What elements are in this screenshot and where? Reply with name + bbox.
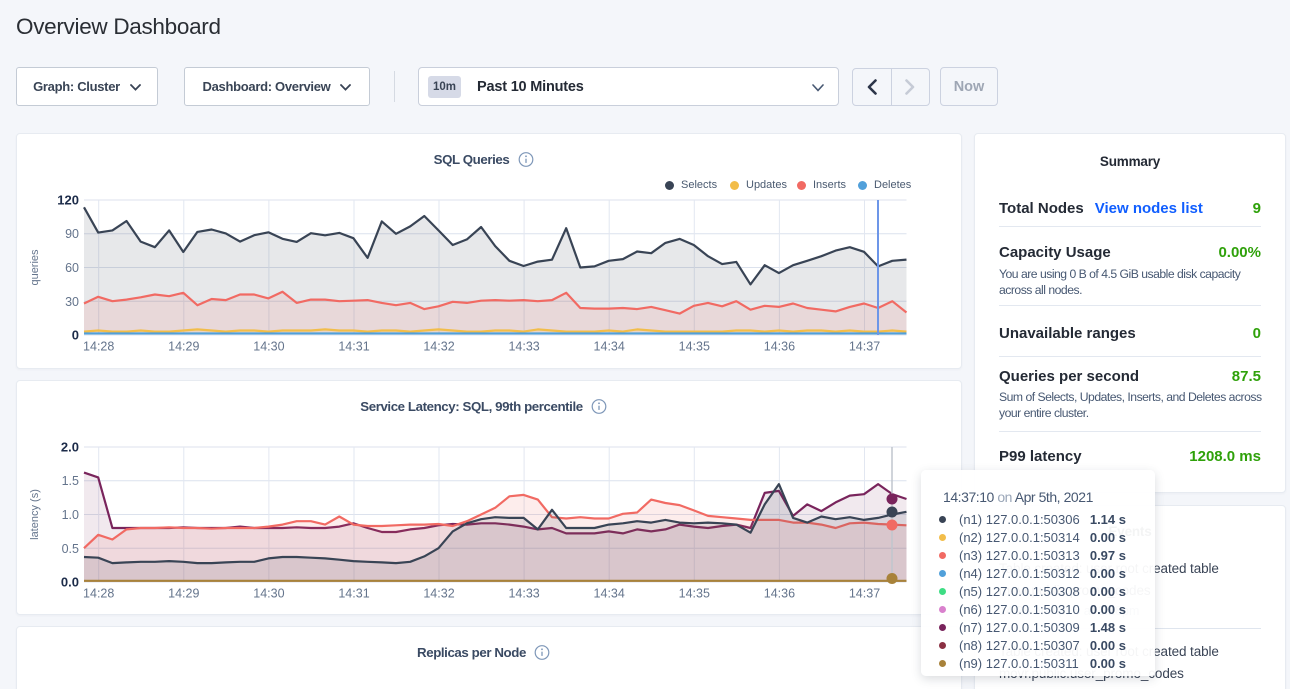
svg-text:14:31: 14:31 [338, 340, 369, 354]
svg-text:14:37: 14:37 [849, 587, 880, 601]
svg-text:14:31: 14:31 [338, 587, 369, 601]
svg-text:14:32: 14:32 [423, 587, 454, 601]
svg-text:14:34: 14:34 [594, 587, 625, 601]
svg-text:14:30: 14:30 [253, 340, 284, 354]
svg-text:0.0: 0.0 [61, 575, 79, 590]
svg-text:120: 120 [57, 193, 79, 208]
svg-text:14:28: 14:28 [83, 340, 114, 354]
svg-text:60: 60 [65, 261, 79, 275]
svg-text:90: 90 [65, 227, 79, 241]
svg-text:0.5: 0.5 [62, 542, 79, 556]
svg-text:14:35: 14:35 [679, 587, 710, 601]
svg-text:14:34: 14:34 [594, 340, 625, 354]
svg-text:2.0: 2.0 [61, 440, 79, 455]
svg-text:14:35: 14:35 [679, 340, 710, 354]
svg-text:14:30: 14:30 [253, 587, 284, 601]
svg-text:14:32: 14:32 [423, 340, 454, 354]
svg-text:14:29: 14:29 [168, 587, 199, 601]
svg-text:latency (s): latency (s) [29, 489, 41, 540]
svg-text:14:33: 14:33 [508, 340, 539, 354]
svg-text:14:36: 14:36 [764, 340, 795, 354]
svg-text:14:37: 14:37 [849, 340, 880, 354]
svg-text:1.0: 1.0 [62, 508, 79, 522]
svg-text:0: 0 [72, 328, 79, 343]
svg-text:14:33: 14:33 [508, 587, 539, 601]
svg-text:14:36: 14:36 [764, 587, 795, 601]
svg-text:30: 30 [65, 295, 79, 309]
svg-text:14:28: 14:28 [83, 587, 114, 601]
svg-text:queries: queries [29, 249, 41, 286]
svg-text:14:29: 14:29 [168, 340, 199, 354]
svg-text:1.5: 1.5 [62, 474, 79, 488]
